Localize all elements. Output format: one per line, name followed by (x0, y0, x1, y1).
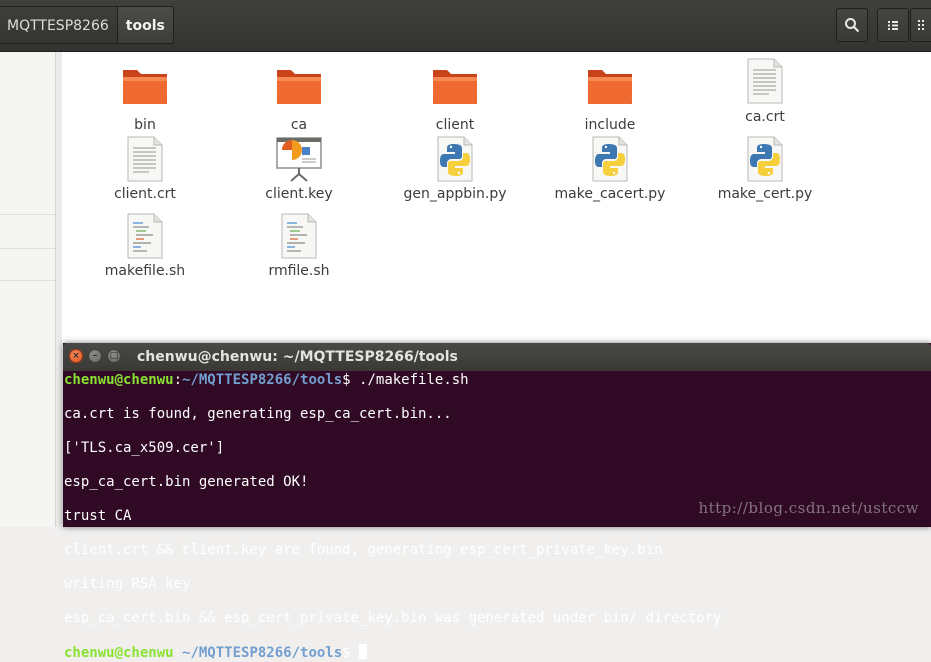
close-icon: × (72, 351, 80, 361)
file-label: bin (134, 117, 156, 133)
file-label: client (435, 117, 475, 133)
file-label: makefile.sh (104, 263, 186, 279)
file-item-ca-crt[interactable]: ca.crt (690, 58, 840, 125)
terminal-titlebar[interactable]: × – □ chenwu@chenwu: ~/MQTTESP8266/tools (63, 343, 931, 371)
terminal-line: ca.crt is found, generating esp_ca_cert.… (64, 406, 452, 422)
breadcrumb-item-mqttesp8266[interactable]: MQTTESP8266 (0, 6, 117, 44)
script-file-icon (127, 213, 163, 259)
terminal-line: writing RSA key (64, 576, 191, 592)
nautilus-header-bar: MQTTESP8266 tools (0, 0, 931, 52)
search-icon (845, 18, 860, 33)
maximize-icon: □ (109, 351, 119, 361)
file-label: make_cacert.py (554, 186, 666, 202)
python-file-icon (592, 136, 628, 182)
watermark: http://blog.csdn.net/ustccw (698, 499, 919, 517)
python-file-icon (747, 136, 783, 182)
prompt-path: ~/MQTTESP8266/tools (182, 372, 343, 388)
prompt-path: ~/MQTTESP8266/tools (182, 645, 343, 661)
file-label: gen_appbin.py (403, 186, 507, 202)
terminal-cursor (359, 644, 368, 659)
file-item-rmfile-sh[interactable]: rmfile.sh (224, 213, 374, 279)
file-label: client.crt (114, 186, 176, 202)
file-label: ca (290, 117, 308, 133)
close-window-button[interactable]: × (69, 349, 83, 363)
grid-view-button[interactable] (910, 8, 931, 42)
python-file-icon (437, 136, 473, 182)
folder-icon (123, 70, 167, 104)
terminal-line: ['TLS.ca_x509.cer'] (64, 440, 225, 456)
terminal-line: esp_ca_cert.bin generated OK! (64, 474, 309, 490)
file-item-makefile-sh[interactable]: makefile.sh (70, 213, 220, 279)
file-item-client-key[interactable]: client.key (224, 136, 374, 202)
terminal-line: esp_ca_cert.bin && esp_cert_private_key.… (64, 610, 722, 626)
grid-view-icon (918, 20, 924, 30)
file-label: ca.crt (745, 109, 785, 125)
list-view-icon (888, 21, 898, 30)
terminal-window[interactable]: × – □ chenwu@chenwu: ~/MQTTESP8266/tools… (63, 343, 931, 661)
file-label: client.key (265, 186, 333, 202)
prompt-colon: : (173, 645, 183, 661)
terminal-command: ./makefile.sh (359, 372, 469, 388)
minimize-icon: – (92, 351, 98, 361)
text-file-icon (127, 136, 163, 182)
terminal-line-prompt: chenwu@chenwu:~/MQTTESP8266/tools$ (64, 644, 931, 662)
file-item-make-cacert-py[interactable]: make_cacert.py (535, 136, 685, 202)
folder-icon (588, 70, 632, 104)
prompt-colon: : (173, 372, 183, 388)
presentation-icon (276, 137, 322, 182)
file-item-include[interactable]: include (535, 64, 685, 133)
file-item-make-cert-py[interactable]: make_cert.py (690, 136, 840, 202)
folder-icon (277, 70, 321, 104)
breadcrumb-item-tools[interactable]: tools (116, 6, 174, 44)
folder-icon (433, 70, 477, 104)
sidebar-divider (0, 248, 55, 249)
sidebar-divider (0, 214, 55, 215)
file-item-client-crt[interactable]: client.crt (70, 136, 220, 202)
prompt-suffix: $ (342, 645, 360, 661)
terminal-line: client.crt && client.key are found, gene… (64, 542, 663, 558)
list-view-button[interactable] (877, 8, 909, 42)
places-sidebar (0, 52, 56, 527)
terminal-title: chenwu@chenwu: ~/MQTTESP8266/tools (137, 349, 458, 365)
minimize-window-button[interactable]: – (88, 349, 102, 363)
file-item-client[interactable]: client (380, 64, 530, 133)
terminal-line-command: chenwu@chenwu:~/MQTTESP8266/tools$ ./mak… (64, 372, 931, 389)
prompt-suffix: $ (342, 372, 360, 388)
sidebar-divider (0, 280, 55, 281)
file-label: include (584, 117, 636, 133)
prompt-user: chenwu@chenwu (64, 645, 174, 661)
file-item-gen-appbin-py[interactable]: gen_appbin.py (380, 136, 530, 202)
search-button[interactable] (836, 8, 868, 42)
file-label: rmfile.sh (268, 263, 330, 279)
file-label: make_cert.py (717, 186, 813, 202)
maximize-window-button[interactable]: □ (107, 349, 121, 363)
file-item-ca[interactable]: ca (224, 64, 374, 133)
script-file-icon (281, 213, 317, 259)
breadcrumb: MQTTESP8266 tools (0, 6, 174, 46)
file-item-bin[interactable]: bin (70, 64, 220, 133)
text-file-icon (747, 58, 783, 104)
prompt-user: chenwu@chenwu (64, 372, 174, 388)
